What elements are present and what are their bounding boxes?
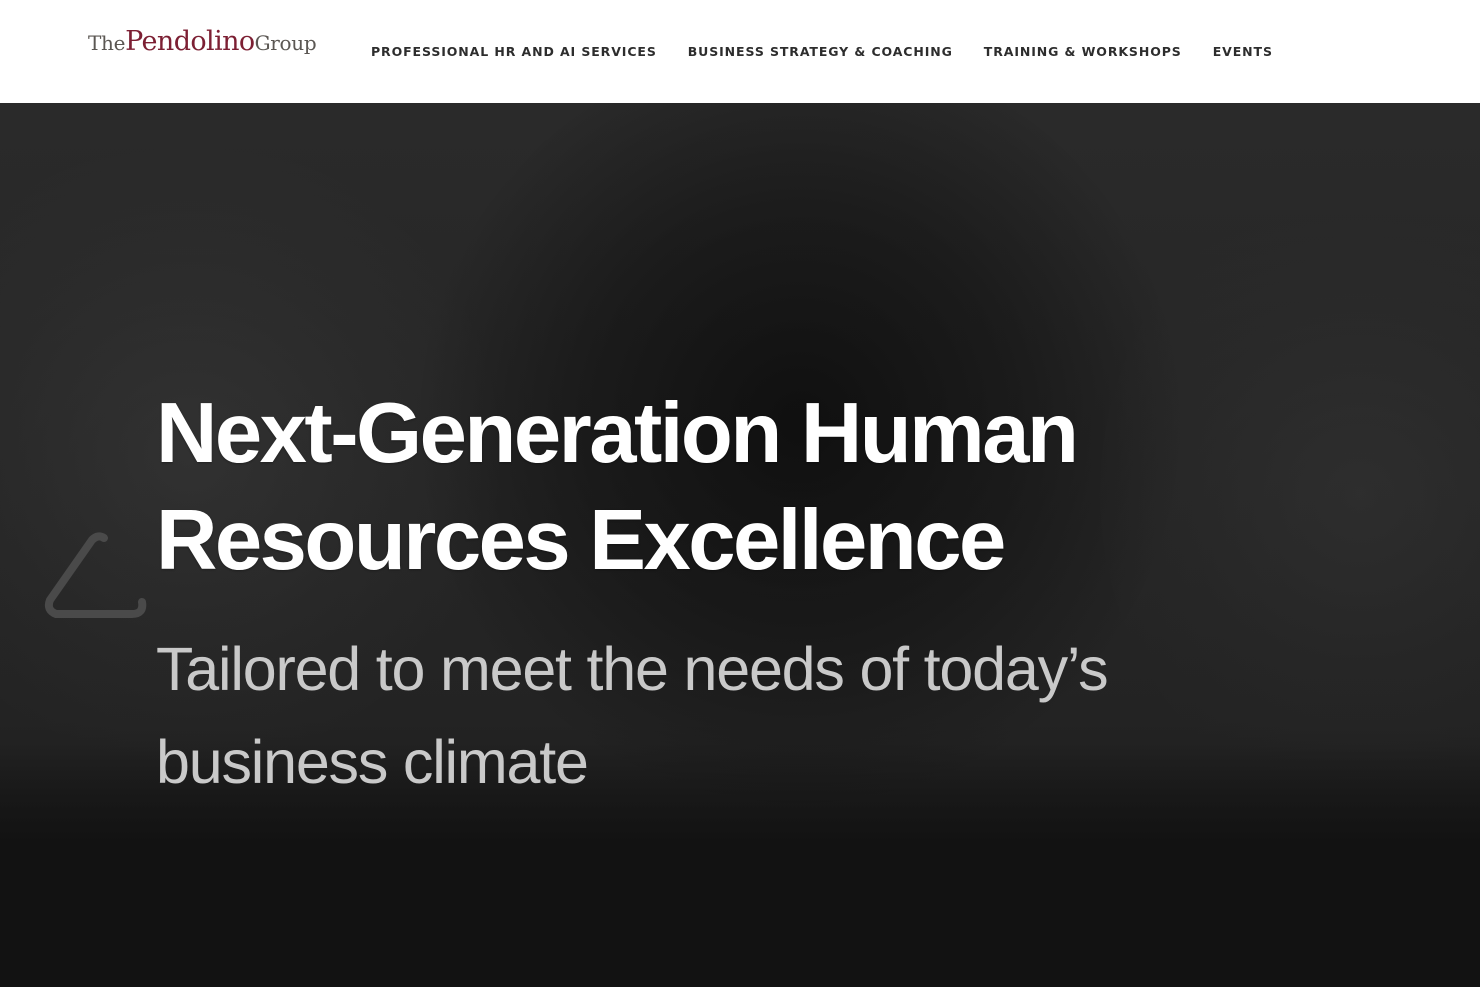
logo-pendolino-text: Pendolino [125, 26, 255, 57]
hero-title-line-2: Resources Excellence [156, 493, 1006, 588]
nav-item-professional-hr-ai-services[interactable]: PROFESSIONAL HR AND AI SERVICES [371, 44, 657, 60]
hero-title: Next-Generation Human Resources Excellenc… [156, 380, 1256, 594]
logo-group-text: Group [254, 31, 317, 55]
nav-item-training-workshops[interactable]: TRAINING & WORKSHOPS [984, 44, 1182, 60]
hero-subtitle: Tailored to meet the needs of today’s bus… [156, 623, 1256, 809]
hero-title-line-1: Next-Generation Human [156, 386, 1079, 481]
chevron-left-icon [44, 532, 147, 618]
hero-subtitle-line-1: Tailored to meet the needs of today’s [156, 635, 1109, 703]
hero-subtitle-line-2: business climate [156, 728, 589, 796]
slider-prev-button[interactable] [44, 530, 148, 624]
logo-the-text: The [88, 31, 126, 55]
site-header: The Pendolino Group PROFESSIONAL HR AND … [0, 0, 1480, 103]
nav-item-events[interactable]: EVENTS [1213, 44, 1273, 60]
main-nav: PROFESSIONAL HR AND AI SERVICES BUSINESS… [371, 44, 1273, 60]
nav-item-business-strategy-coaching[interactable]: BUSINESS STRATEGY & COACHING [688, 44, 953, 60]
site-logo[interactable]: The Pendolino Group [88, 26, 317, 70]
hero-slider: Next-Generation Human Resources Excellenc… [0, 103, 1480, 987]
